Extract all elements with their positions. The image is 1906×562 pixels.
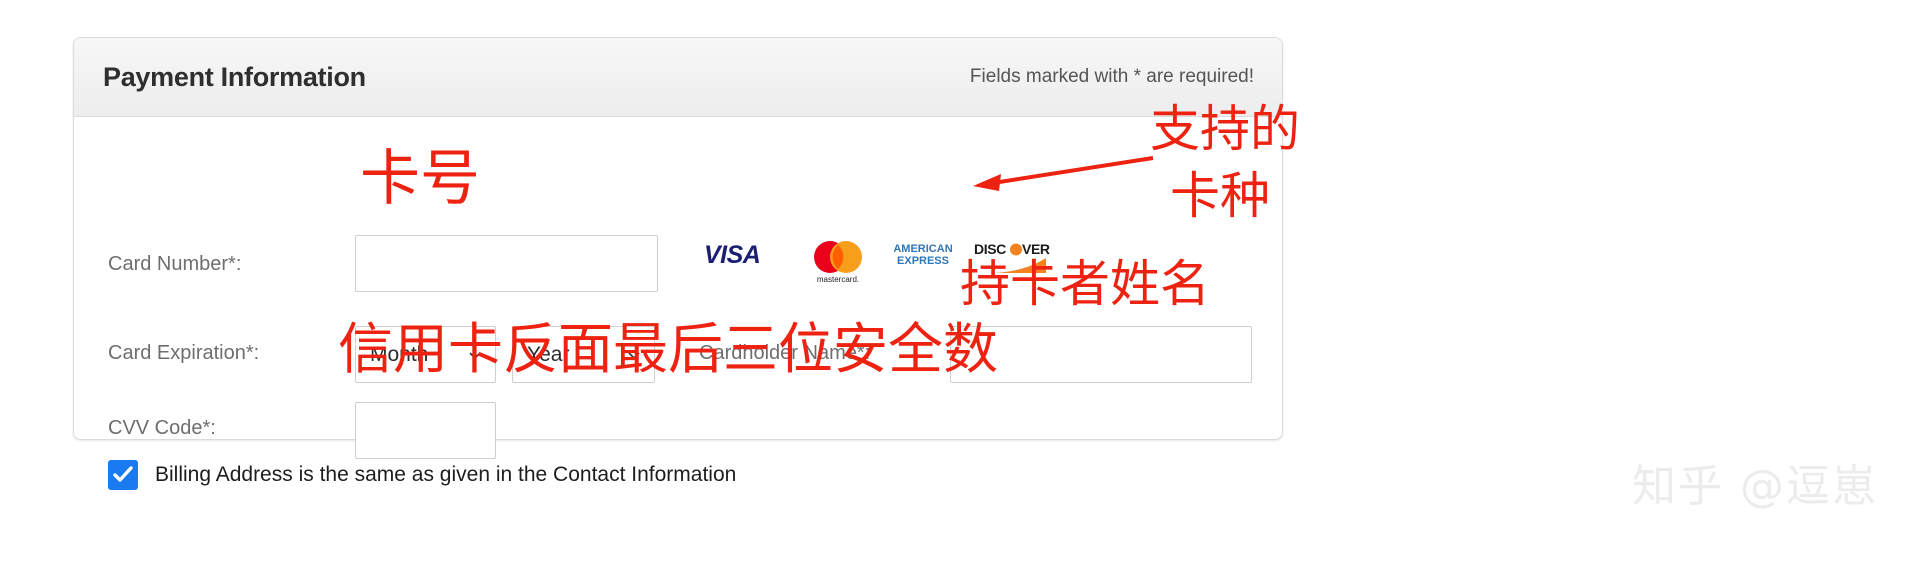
svg-text:EXPRESS: EXPRESS bbox=[897, 255, 949, 267]
cvv-code-label: CVV Code*: bbox=[108, 417, 216, 439]
check-icon bbox=[113, 466, 133, 482]
panel-header: Payment Information Fields marked with *… bbox=[74, 38, 1282, 117]
visa-logo: VISA bbox=[704, 239, 784, 295]
annotation-cvv-code: 信用卡反面最后三位安全数 bbox=[338, 317, 999, 381]
amex-logo: AMERICAN EXPRESS bbox=[889, 239, 957, 295]
annotation-cardholder-name: 持卡者姓名 bbox=[960, 255, 1210, 313]
annotation-supported-cards-line2: 卡种 bbox=[1170, 166, 1270, 225]
required-fields-note: Fields marked with * are required! bbox=[969, 66, 1254, 87]
zhihu-watermark: 知乎 @逗崽 bbox=[1632, 461, 1878, 512]
svg-text:VISA: VISA bbox=[704, 241, 760, 269]
mastercard-logo: mastercard. bbox=[807, 239, 869, 295]
supported-card-logos: VISA mastercard. AMERICAN EXPRESS DISC V… bbox=[704, 239, 1050, 299]
annotation-supported-cards-line1: 支持的 bbox=[1150, 100, 1300, 158]
billing-address-row[interactable]: Billing Address is the same as given in … bbox=[108, 460, 736, 490]
annotation-arrow-icon bbox=[965, 150, 1155, 195]
annotation-card-number: 卡号 bbox=[360, 144, 480, 214]
page-title: Payment Information bbox=[103, 62, 366, 92]
card-number-label: Card Number*: bbox=[108, 253, 242, 275]
cvv-code-input[interactable] bbox=[355, 402, 496, 459]
svg-text:AMERICAN: AMERICAN bbox=[893, 243, 952, 255]
svg-text:mastercard.: mastercard. bbox=[817, 275, 859, 284]
billing-address-checkbox[interactable] bbox=[108, 460, 138, 490]
card-expiration-label: Card Expiration*: bbox=[108, 342, 260, 364]
billing-address-label: Billing Address is the same as given in … bbox=[155, 463, 737, 486]
annotation-supported-cards: 支持的 卡种 bbox=[1150, 103, 1300, 225]
card-number-input[interactable] bbox=[355, 235, 658, 292]
